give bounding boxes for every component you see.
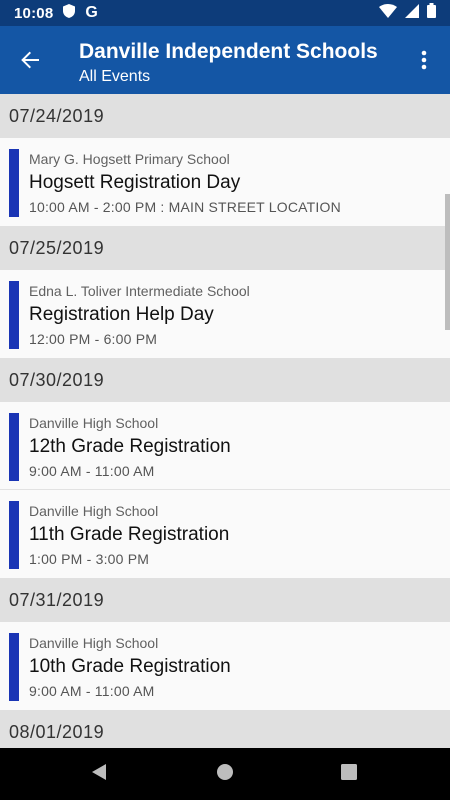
event-accent-bar [9,281,19,349]
event-item[interactable]: Danville High School 12th Grade Registra… [0,402,450,490]
event-time: 1:00 PM - 3:00 PM [29,551,150,567]
event-accent-bar [9,633,19,701]
event-item[interactable]: Danville High School 10th Grade Registra… [0,622,450,710]
event-item[interactable]: Edna L. Toliver Intermediate School Regi… [0,270,450,358]
google-icon: G [85,4,98,21]
event-time: 10:00 AM - 2:00 PM : MAIN STREET LOCATIO… [29,199,341,215]
event-time: 9:00 AM - 11:00 AM [29,463,155,479]
event-title: Registration Help Day [29,304,214,325]
event-time: 12:00 PM - 6:00 PM [29,331,158,347]
title-block: Danville Independent Schools All Events [79,39,378,88]
system-nav-bar [0,748,450,800]
status-time: 10:08 [14,4,54,22]
recents-square-icon [340,763,358,786]
event-time: 9:00 AM - 11:00 AM [29,683,155,699]
event-school: Danville High School [29,503,159,519]
battery-icon [427,3,436,23]
event-title: 10th Grade Registration [29,656,231,677]
nav-home-button[interactable] [211,760,239,788]
event-accent-bar [9,149,19,217]
date-header: 07/24/2019 [0,94,450,138]
date-header: 07/31/2019 [0,578,450,622]
nav-back-button[interactable] [85,760,113,788]
app-title: Danville Independent Schools [79,40,378,63]
scrollbar-thumb[interactable] [445,194,450,330]
back-button[interactable] [14,46,46,78]
home-circle-icon [216,763,234,786]
arrow-back-icon [20,50,40,75]
event-school: Danville High School [29,415,159,431]
event-item[interactable]: Danville High School 11th Grade Registra… [0,490,450,578]
date-header: 08/01/2019 [0,710,450,748]
event-title: 12th Grade Registration [29,436,231,457]
status-right [379,3,436,23]
shield-icon [63,3,76,23]
status-bar: 10:08 G [0,0,450,26]
date-header: 07/30/2019 [0,358,450,402]
app-bar: Danville Independent Schools All Events [0,26,450,94]
event-item[interactable]: Mary G. Hogsett Primary School Hogsett R… [0,138,450,226]
nav-recents-button[interactable] [335,760,363,788]
more-options-button[interactable] [408,46,440,78]
date-header: 07/25/2019 [0,226,450,270]
event-school: Mary G. Hogsett Primary School [29,151,230,167]
status-left: 10:08 G [14,3,98,23]
event-school: Edna L. Toliver Intermediate School [29,283,250,299]
signal-icon [405,3,419,23]
event-accent-bar [9,501,19,569]
event-title: 11th Grade Registration [29,524,230,545]
back-triangle-icon [90,763,108,786]
wifi-icon [379,3,397,23]
more-vert-icon [421,50,427,75]
app-subtitle: All Events [79,68,151,85]
event-list[interactable]: 07/24/2019 Mary G. Hogsett Primary Schoo… [0,94,450,748]
event-title: Hogsett Registration Day [29,172,241,193]
event-school: Danville High School [29,635,159,651]
event-accent-bar [9,413,19,481]
